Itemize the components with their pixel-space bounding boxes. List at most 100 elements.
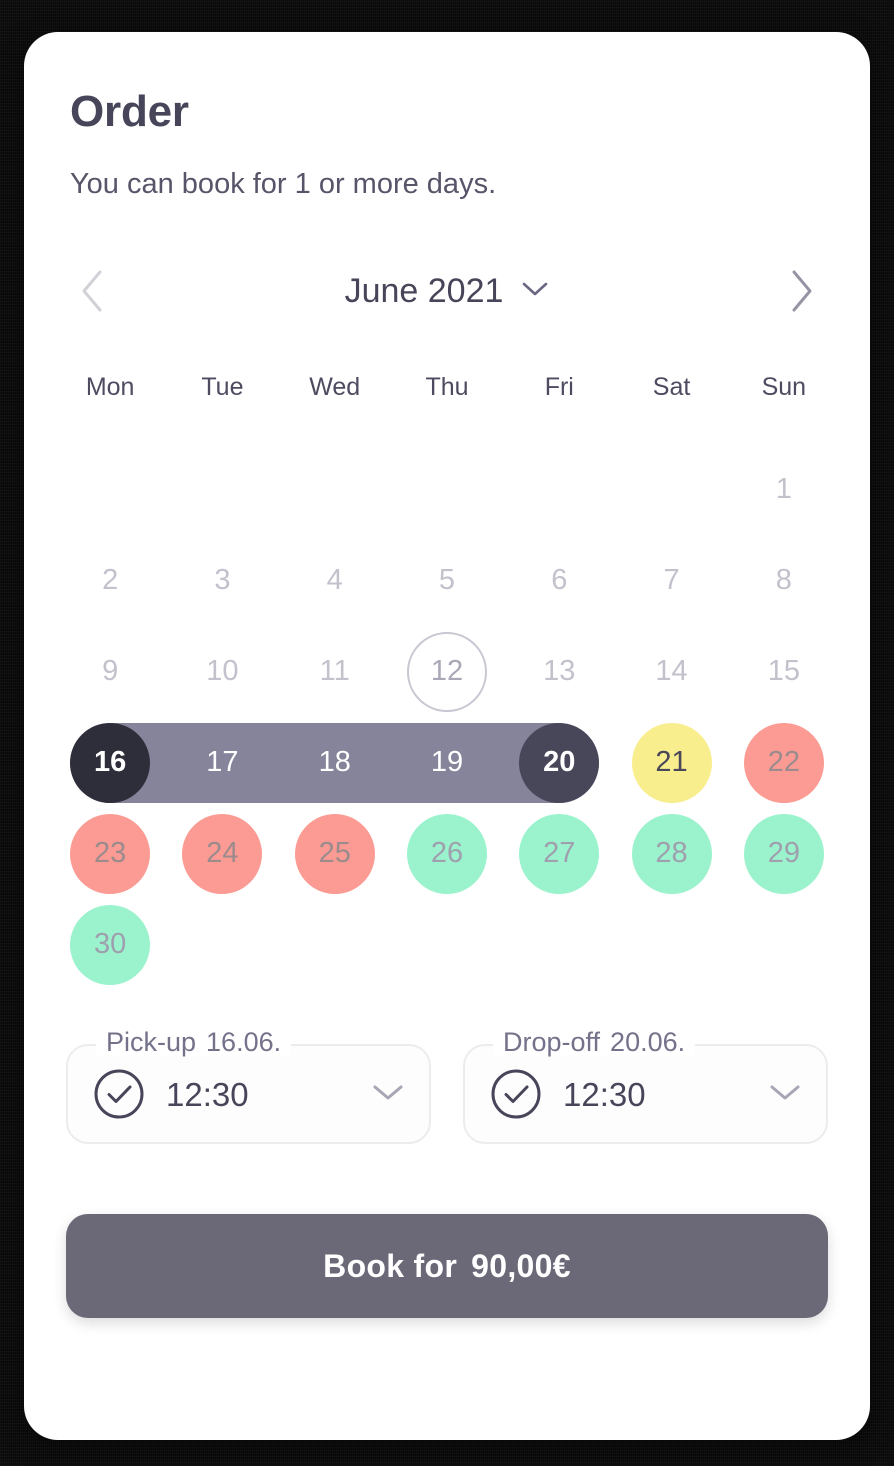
calendar-cell: [279, 899, 391, 990]
check-circle-icon: [92, 1067, 146, 1121]
calendar-cell: 6: [503, 535, 615, 626]
month-selector[interactable]: June 2021: [345, 274, 550, 308]
calendar-day-14[interactable]: 14: [632, 632, 712, 712]
pickup-legend: Pick-up 16.06.: [96, 1029, 292, 1056]
pickup-time-value: 12:30: [166, 1075, 249, 1113]
calendar-cell: 19: [391, 717, 503, 808]
calendar-day-13[interactable]: 13: [519, 632, 599, 712]
calendar-cell: 14: [615, 626, 727, 717]
calendar-day-22[interactable]: 22: [743, 722, 824, 803]
calendar-day-26[interactable]: 26: [406, 813, 487, 894]
calendar-cell: [391, 444, 503, 535]
calendar-day-6[interactable]: 6: [519, 541, 599, 621]
calendar-cell: 3: [166, 535, 278, 626]
calendar-day-28[interactable]: 28: [631, 813, 712, 894]
calendar-day-24[interactable]: 24: [182, 813, 263, 894]
calendar-cell: 25: [279, 808, 391, 899]
calendar-cell: [166, 899, 278, 990]
weekday-label-thu: Thu: [425, 373, 469, 401]
calendar-cell: [279, 444, 391, 535]
calendar-cell: 16: [54, 717, 166, 808]
calendar-day-23[interactable]: 23: [70, 813, 151, 894]
weekday-label-tue: Tue: [201, 373, 244, 401]
calendar-cell: 5: [391, 535, 503, 626]
dropoff-legend: Drop-off 20.06.: [493, 1027, 696, 1057]
calendar-cell: 20: [503, 717, 615, 808]
calendar-cell: 9: [54, 626, 166, 717]
calendar-day-27[interactable]: 27: [519, 813, 600, 894]
calendar-cell: 21: [615, 717, 727, 808]
calendar-day-8[interactable]: 8: [744, 541, 824, 621]
calendar-cell: 23: [54, 808, 166, 899]
cta-container: Book for 90,00€: [24, 1214, 870, 1318]
weekday-label-sat: Sat: [652, 373, 691, 401]
calendar-day-4[interactable]: 4: [295, 541, 375, 621]
page-subtitle: You can book for 1 or more days.: [70, 168, 497, 200]
chevron-down-icon: [768, 1082, 802, 1107]
calendar-day-11[interactable]: 11: [295, 632, 375, 712]
calendar-cell: 18: [279, 717, 391, 808]
weekday-label-mon: Mon: [85, 373, 135, 401]
chevron-down-icon: [371, 1082, 405, 1107]
calendar-cell: 22: [728, 717, 840, 808]
calendar-cell: 10: [166, 626, 278, 717]
weekday-label-fri: Fri: [544, 373, 574, 401]
page-title: Order: [70, 87, 189, 136]
weekday-label-sun: Sun: [761, 373, 807, 401]
calendar-day-7[interactable]: 7: [632, 541, 712, 621]
pickup-time-field[interactable]: Pick-up 16.06. 12:30: [66, 1029, 431, 1144]
chevron-down-icon: [521, 280, 549, 303]
calendar-day-18[interactable]: 18: [295, 723, 375, 803]
calendar-cell: [503, 444, 615, 535]
time-selectors: Pick-up 16.06. 12:30 Drop-off 20.06. 12:…: [24, 1029, 870, 1144]
calendar-day-3[interactable]: 3: [182, 541, 262, 621]
calendar-cell: 11: [279, 626, 391, 717]
calendar-cell: 27: [503, 808, 615, 899]
book-button-label: Book for: [323, 1247, 458, 1284]
calendar-cell: 28: [615, 808, 727, 899]
calendar-day-30[interactable]: 30: [70, 904, 151, 985]
calendar-cell: 17: [166, 717, 278, 808]
weekday-label-wed: Wed: [309, 373, 361, 401]
book-button[interactable]: Book for 90,00€: [66, 1214, 828, 1318]
calendar-day-17[interactable]: 17: [182, 723, 262, 803]
chevron-left-icon: [79, 269, 105, 313]
calendar-day-20[interactable]: 20: [519, 722, 600, 803]
calendar-day-2[interactable]: 2: [70, 541, 150, 621]
calendar-day-21[interactable]: 21: [631, 722, 712, 803]
calendar-day-19[interactable]: 19: [407, 723, 487, 803]
calendar-cell: 29: [728, 808, 840, 899]
calendar-cell: 8: [728, 535, 840, 626]
calendar-cell: 4: [279, 535, 391, 626]
calendar-cell: 7: [615, 535, 727, 626]
calendar-cell: 12: [391, 626, 503, 717]
calendar-day-9[interactable]: 9: [70, 632, 150, 712]
next-month-button[interactable]: [780, 265, 824, 317]
calendar-cell: 1: [728, 444, 840, 535]
calendar-day-grid: 1 2 3 4 5 6 7 8 9 10 11 12 13 14 15 16 17 18 19 20 21 22 23 24 2…: [24, 444, 870, 990]
calendar-cell: 13: [503, 626, 615, 717]
previous-month-button[interactable]: [70, 265, 114, 317]
month-navigation: June 2021: [24, 259, 870, 323]
weekday-header: Mon Tue Wed Thu Fri Sat Sun: [24, 375, 870, 400]
calendar-cell: 30: [54, 899, 166, 990]
check-circle-icon: [489, 1067, 543, 1121]
calendar-cell: [615, 444, 727, 535]
screen-root: Order You can book for 1 or more days. J…: [0, 0, 894, 1466]
calendar-cell: [391, 899, 503, 990]
calendar-day-1[interactable]: 1: [744, 450, 824, 530]
dropoff-time-value: 12:30: [563, 1075, 646, 1113]
calendar-day-10[interactable]: 10: [182, 632, 262, 712]
month-label: June 2021: [344, 272, 504, 310]
calendar-cell: 15: [728, 626, 840, 717]
book-button-price: 90,00€: [471, 1247, 571, 1284]
calendar-day-5[interactable]: 5: [407, 541, 487, 621]
calendar-day-25[interactable]: 25: [294, 813, 375, 894]
dropoff-time-field[interactable]: Drop-off 20.06. 12:30: [463, 1029, 828, 1144]
calendar-day-29[interactable]: 29: [743, 813, 824, 894]
dropoff-label: Drop-off: [503, 1027, 601, 1057]
calendar-day-12[interactable]: 12: [406, 631, 487, 712]
calendar-day-15[interactable]: 15: [744, 632, 824, 712]
dropoff-date: 20.06.: [610, 1027, 686, 1057]
calendar-day-16[interactable]: 16: [70, 722, 151, 803]
